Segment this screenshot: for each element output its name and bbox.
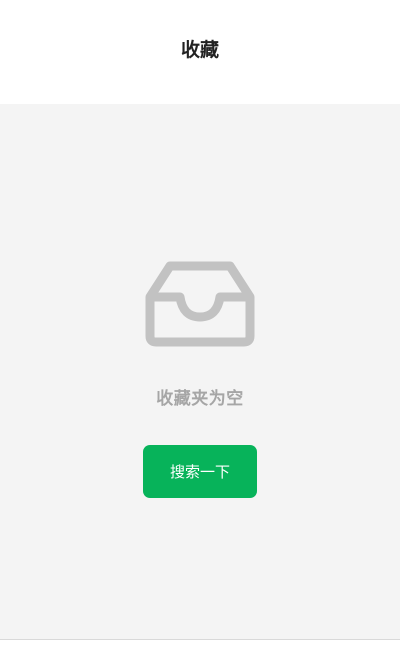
page-title: 收藏 [180,38,219,61]
inbox-tray-icon [145,261,255,347]
favorites-content: 收藏夹为空 搜索一下 [0,104,400,639]
empty-message: 收藏夹为空 [156,389,244,409]
search-button[interactable]: 搜索一下 [143,445,257,498]
header-bar: 收藏 [0,0,400,104]
bottom-bar [0,640,400,661]
